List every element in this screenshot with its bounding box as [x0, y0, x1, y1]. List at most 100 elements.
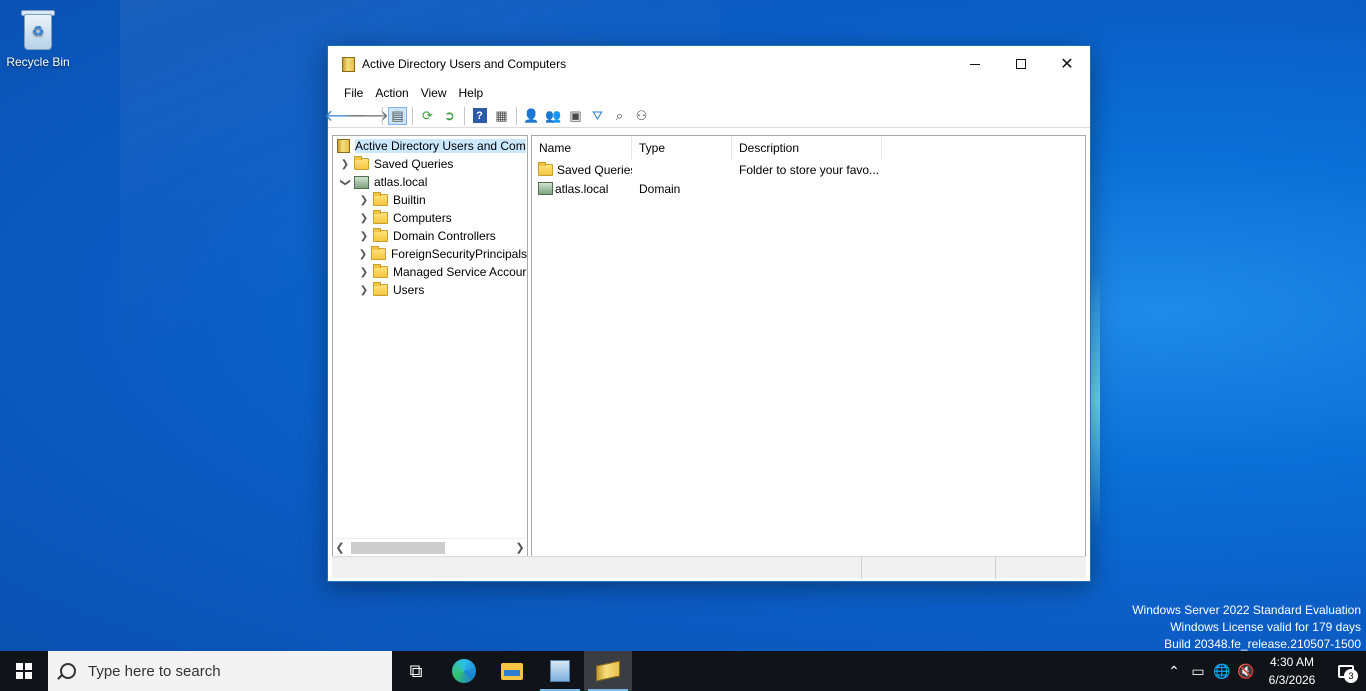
speaker-muted-icon[interactable]: 🔇: [1234, 663, 1258, 680]
properties-icon: ▦: [495, 107, 508, 123]
scroll-left-icon[interactable]: ❮: [333, 541, 347, 554]
help-button[interactable]: ?: [470, 107, 489, 125]
taskbar: Type here to search ⧉ ⌃ ▭ 🌐 🔇 4:30 AM 6/…: [0, 651, 1366, 691]
clock-date: 6/3/2026: [1268, 673, 1316, 687]
network-adapter-icon[interactable]: ▭: [1186, 663, 1210, 680]
filter-button[interactable]: ⛛: [588, 107, 607, 125]
list-item-type: Domain: [639, 181, 681, 196]
menu-view[interactable]: View: [415, 86, 453, 100]
tree-root-label: Active Directory Users and Com: [355, 139, 526, 153]
start-button[interactable]: [0, 651, 48, 691]
clock[interactable]: 4:30 AM 6/3/2026: [1258, 653, 1326, 689]
chevron-up-icon[interactable]: ⌃: [1162, 663, 1186, 680]
notification-center-button[interactable]: 3: [1326, 651, 1366, 691]
chevron-right-icon[interactable]: ❯: [339, 159, 351, 170]
globe-icon[interactable]: 🌐: [1210, 663, 1234, 680]
add-to-group-button[interactable]: ⚇: [632, 107, 651, 125]
status-segment: [332, 557, 862, 579]
tree-horizontal-scrollbar[interactable]: ❮ ❯: [333, 538, 527, 556]
server-manager-icon: [550, 660, 570, 682]
clock-time: 4:30 AM: [1269, 655, 1315, 669]
window-title: Active Directory Users and Computers: [362, 57, 567, 71]
menu-action[interactable]: Action: [369, 86, 414, 100]
menu-file[interactable]: File: [338, 86, 369, 100]
tree-item-computers[interactable]: ❯ Computers: [333, 209, 527, 227]
scrollbar-track[interactable]: [347, 541, 513, 554]
chevron-right-icon[interactable]: ❯: [358, 249, 368, 260]
content-panes: Active Directory Users and Com ❯ Saved Q…: [332, 135, 1086, 557]
new-group-icon: 👥: [545, 107, 562, 123]
properties-button[interactable]: ▦: [492, 107, 511, 125]
find-icon: ⌕: [615, 107, 624, 123]
column-header-description[interactable]: Description: [732, 136, 882, 160]
scroll-right-icon[interactable]: ❯: [513, 541, 527, 554]
tree-item-builtin[interactable]: ❯ Builtin: [333, 191, 527, 209]
tree-item-atlas-local[interactable]: ❯ atlas.local: [333, 173, 527, 191]
aduc-root-icon: [337, 139, 350, 153]
file-explorer-icon: [501, 662, 523, 680]
title-bar[interactable]: Active Directory Users and Computers ✕: [328, 46, 1090, 82]
desktop-icon-recycle-bin[interactable]: ♻ Recycle Bin: [6, 8, 70, 69]
close-button[interactable]: ✕: [1044, 46, 1090, 82]
taskbar-server-manager[interactable]: [536, 651, 584, 691]
chevron-down-icon[interactable]: ❯: [340, 176, 351, 188]
status-segment: [996, 557, 1086, 579]
system-tray: ⌃ ▭ 🌐 🔇 4:30 AM 6/3/2026 3: [1162, 651, 1366, 691]
tree-item-label: Builtin: [393, 193, 426, 207]
maximize-button[interactable]: [998, 46, 1044, 82]
list-item-name: atlas.local: [555, 181, 609, 196]
status-bar: [332, 556, 1086, 579]
list-item-description: [732, 179, 882, 198]
domain-icon: [354, 175, 369, 189]
help-icon: ?: [472, 108, 487, 123]
scrollbar-thumb[interactable]: [351, 541, 445, 554]
forward-button[interactable]: 🡒: [346, 107, 389, 125]
tree-item-label: Saved Queries: [374, 157, 454, 171]
console-tree: Active Directory Users and Com ❯ Saved Q…: [332, 135, 528, 557]
show-hide-console-tree-icon: ▤: [391, 107, 404, 123]
chevron-right-icon[interactable]: ❯: [358, 231, 370, 242]
new-ou-button[interactable]: ▣: [566, 107, 585, 125]
tree-item-saved-queries[interactable]: ❯ Saved Queries: [333, 155, 527, 173]
aduc-window: Active Directory Users and Computers ✕ F…: [324, 45, 1091, 582]
taskbar-aduc[interactable]: [584, 651, 632, 691]
chevron-right-icon[interactable]: ❯: [358, 285, 370, 296]
refresh-button[interactable]: ⟳: [418, 107, 437, 125]
tree-item-domain-controllers[interactable]: ❯ Domain Controllers: [333, 227, 527, 245]
chevron-right-icon[interactable]: ❯: [358, 213, 370, 224]
new-user-button[interactable]: 👤: [522, 107, 541, 125]
tree-item-managed-service-accounts[interactable]: ❯ Managed Service Accour: [333, 263, 527, 281]
taskbar-search-box[interactable]: Type here to search: [48, 651, 392, 691]
tree-item-label: Domain Controllers: [393, 229, 496, 243]
folder-icon: [373, 210, 388, 224]
folder-icon: [373, 282, 388, 296]
search-icon: [60, 663, 76, 679]
minimize-button[interactable]: [952, 46, 998, 82]
folder-icon: [354, 156, 369, 170]
chevron-right-icon[interactable]: ❯: [358, 267, 370, 278]
list-item[interactable]: atlas.local Domain: [532, 179, 1085, 198]
tree-item-foreign-security-principals[interactable]: ❯ ForeignSecurityPrincipals: [333, 245, 527, 263]
taskbar-file-explorer[interactable]: [488, 651, 536, 691]
windows-watermark: Windows Server 2022 Standard Evaluation …: [1132, 602, 1361, 653]
column-header-type[interactable]: Type: [632, 136, 732, 160]
watermark-line: Windows License valid for 179 days: [1170, 620, 1361, 634]
new-group-button[interactable]: 👥: [544, 107, 563, 125]
column-header-name[interactable]: Name: [532, 136, 632, 160]
details-pane: Name Type Description Saved Queries Fold…: [531, 135, 1086, 557]
list-item[interactable]: Saved Queries Folder to store your favo.…: [532, 160, 1085, 179]
close-icon: ✕: [1060, 56, 1074, 73]
task-view-button[interactable]: ⧉: [392, 651, 440, 691]
folder-icon: [373, 264, 388, 278]
show-hide-console-tree-button[interactable]: ▤: [388, 106, 407, 125]
notification-count-badge: 3: [1344, 669, 1358, 683]
taskbar-edge[interactable]: [440, 651, 488, 691]
toolbar-separator: [464, 106, 465, 125]
export-list-button[interactable]: ➲: [440, 107, 459, 125]
chevron-right-icon[interactable]: ❯: [358, 195, 370, 206]
tree-root[interactable]: Active Directory Users and Com: [333, 137, 527, 155]
find-button[interactable]: ⌕: [610, 107, 629, 125]
menu-help[interactable]: Help: [453, 86, 490, 100]
tree-item-users[interactable]: ❯ Users: [333, 281, 527, 299]
search-placeholder: Type here to search: [88, 662, 221, 680]
